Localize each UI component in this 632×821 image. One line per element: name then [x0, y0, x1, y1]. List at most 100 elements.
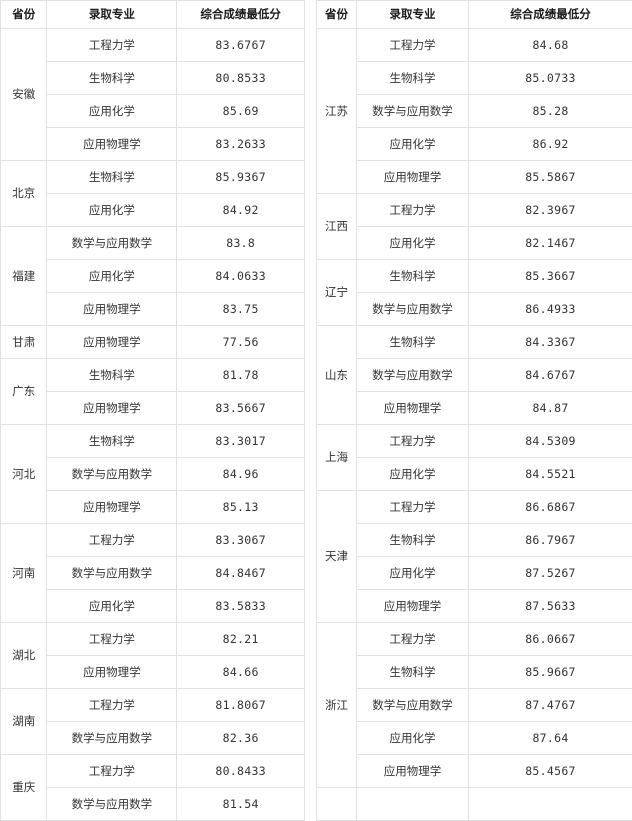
- major-cell: 应用物理学: [47, 656, 177, 689]
- table-row: 应用物理学85.13: [1, 491, 305, 524]
- major-cell: 数学与应用数学: [47, 788, 177, 821]
- left-table-pane: 省份 录取专业 综合成绩最低分 安徽工程力学83.6767生物科学80.8533…: [0, 0, 305, 821]
- table-row: 安徽工程力学83.6767: [1, 29, 305, 62]
- score-cell: 84.87: [469, 392, 632, 425]
- table-row: 应用物理学83.2633: [1, 128, 305, 161]
- table-row: 生物科学86.7967: [317, 524, 632, 557]
- major-cell: 工程力学: [357, 194, 469, 227]
- score-cell: 84.8467: [177, 557, 305, 590]
- major-cell: 数学与应用数学: [47, 557, 177, 590]
- score-cell: 84.96: [177, 458, 305, 491]
- table-row: 数学与应用数学82.36: [1, 722, 305, 755]
- province-cell: 重庆: [1, 755, 47, 821]
- major-cell: 应用化学: [357, 557, 469, 590]
- header-major: 录取专业: [47, 1, 177, 29]
- score-cell: 82.3967: [469, 194, 632, 227]
- score-cell: 83.6767: [177, 29, 305, 62]
- left-table-head: 省份 录取专业 综合成绩最低分: [1, 1, 305, 29]
- score-cell: 86.7967: [469, 524, 632, 557]
- table-row: 数学与应用数学85.28: [317, 95, 632, 128]
- major-cell: 工程力学: [47, 29, 177, 62]
- table-row: 应用化学82.1467: [317, 227, 632, 260]
- header-score: 综合成绩最低分: [177, 1, 305, 29]
- blank-row: [317, 788, 632, 821]
- score-cell: 84.3367: [469, 326, 632, 359]
- table-row: 生物科学80.8533: [1, 62, 305, 95]
- table-row: 应用化学87.64: [317, 722, 632, 755]
- score-tables-sheet: 省份 录取专业 综合成绩最低分 安徽工程力学83.6767生物科学80.8533…: [0, 0, 632, 820]
- province-cell: 江西: [317, 194, 357, 260]
- score-cell: 83.8: [177, 227, 305, 260]
- score-cell: 85.13: [177, 491, 305, 524]
- header-province: 省份: [1, 1, 47, 29]
- table-row: 应用化学87.5267: [317, 557, 632, 590]
- score-cell: 81.54: [177, 788, 305, 821]
- table-row: 应用物理学84.87: [317, 392, 632, 425]
- table-row: 应用化学85.69: [1, 95, 305, 128]
- score-cell: 81.8067: [177, 689, 305, 722]
- table-row: 数学与应用数学84.96: [1, 458, 305, 491]
- table-row: 应用化学84.92: [1, 194, 305, 227]
- score-cell: 84.5521: [469, 458, 632, 491]
- score-cell: 86.6867: [469, 491, 632, 524]
- table-row: 河南工程力学83.3067: [1, 524, 305, 557]
- province-cell: 江苏: [317, 29, 357, 194]
- province-cell: 安徽: [1, 29, 47, 161]
- header-province: 省份: [317, 1, 357, 29]
- score-cell: 86.0667: [469, 623, 632, 656]
- score-cell: 77.56: [177, 326, 305, 359]
- table-row: 上海工程力学84.5309: [317, 425, 632, 458]
- score-cell: 87.5267: [469, 557, 632, 590]
- major-cell: 生物科学: [357, 326, 469, 359]
- right-header-row: 省份 录取专业 综合成绩最低分: [317, 1, 632, 29]
- score-cell: 83.5833: [177, 590, 305, 623]
- score-cell: 84.6767: [469, 359, 632, 392]
- blank-cell: [469, 788, 632, 821]
- province-cell: 广东: [1, 359, 47, 425]
- score-cell: 86.92: [469, 128, 632, 161]
- major-cell: 生物科学: [47, 359, 177, 392]
- province-cell: 山东: [317, 326, 357, 425]
- pane-divider: [305, 0, 316, 820]
- score-cell: 84.66: [177, 656, 305, 689]
- table-row: 江西工程力学82.3967: [317, 194, 632, 227]
- score-cell: 83.3017: [177, 425, 305, 458]
- major-cell: 工程力学: [357, 491, 469, 524]
- score-cell: 82.21: [177, 623, 305, 656]
- major-cell: 生物科学: [357, 260, 469, 293]
- major-cell: 应用化学: [357, 128, 469, 161]
- major-cell: 应用物理学: [47, 293, 177, 326]
- score-cell: 80.8533: [177, 62, 305, 95]
- score-cell: 87.4767: [469, 689, 632, 722]
- major-cell: 应用物理学: [357, 590, 469, 623]
- right-score-table: 省份 录取专业 综合成绩最低分 江苏工程力学84.68生物科学85.0733数学…: [316, 0, 632, 821]
- table-row: 应用化学86.92: [317, 128, 632, 161]
- major-cell: 应用物理学: [357, 161, 469, 194]
- table-row: 江苏工程力学84.68: [317, 29, 632, 62]
- province-cell: 天津: [317, 491, 357, 623]
- major-cell: 生物科学: [47, 161, 177, 194]
- right-table-head: 省份 录取专业 综合成绩最低分: [317, 1, 632, 29]
- major-cell: 工程力学: [47, 755, 177, 788]
- score-cell: 86.4933: [469, 293, 632, 326]
- table-row: 数学与应用数学84.6767: [317, 359, 632, 392]
- major-cell: 数学与应用数学: [357, 293, 469, 326]
- major-cell: 生物科学: [357, 62, 469, 95]
- major-cell: 工程力学: [357, 29, 469, 62]
- score-cell: 85.4567: [469, 755, 632, 788]
- table-row: 数学与应用数学87.4767: [317, 689, 632, 722]
- table-row: 应用物理学83.5667: [1, 392, 305, 425]
- major-cell: 应用物理学: [47, 392, 177, 425]
- table-row: 广东生物科学81.78: [1, 359, 305, 392]
- table-row: 河北生物科学83.3017: [1, 425, 305, 458]
- major-cell: 应用物理学: [47, 326, 177, 359]
- major-cell: 应用化学: [47, 590, 177, 623]
- major-cell: 工程力学: [357, 623, 469, 656]
- table-row: 生物科学85.0733: [317, 62, 632, 95]
- score-cell: 82.36: [177, 722, 305, 755]
- table-row: 辽宁生物科学85.3667: [317, 260, 632, 293]
- score-cell: 85.69: [177, 95, 305, 128]
- right-table-body: 江苏工程力学84.68生物科学85.0733数学与应用数学85.28应用化学86…: [317, 29, 632, 821]
- table-row: 福建数学与应用数学83.8: [1, 227, 305, 260]
- score-cell: 85.9667: [469, 656, 632, 689]
